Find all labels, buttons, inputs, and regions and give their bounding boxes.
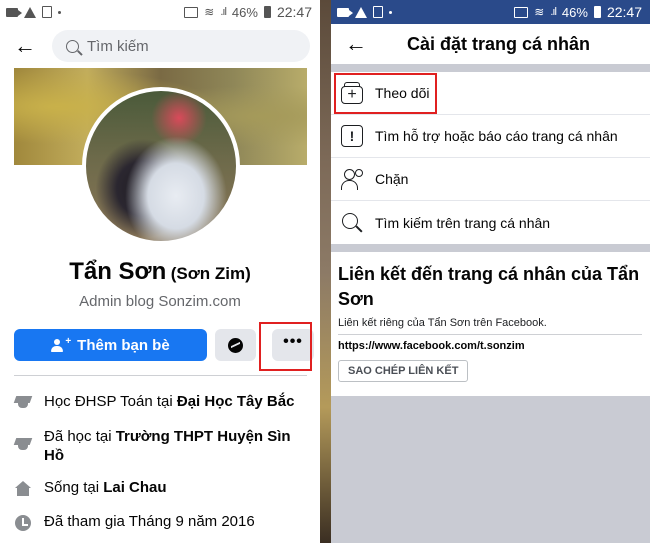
detail-link[interactable]: Đại Học Tây Bắc [177, 393, 295, 410]
clock-icon [15, 515, 31, 531]
divider [14, 375, 307, 376]
plus-icon: + [65, 335, 72, 347]
clock-time: 22:47 [276, 4, 312, 20]
search-input[interactable]: Tìm kiếm [52, 30, 310, 62]
video-camera-icon [337, 7, 353, 17]
profile-avatar[interactable] [82, 87, 240, 245]
background-photo-strip [320, 0, 331, 543]
highlight-box-follow [334, 73, 437, 114]
copy-link-button[interactable]: SAO CHÉP LIÊN KẾT [338, 360, 469, 382]
dot-icon [389, 10, 392, 14]
detail-link[interactable]: Lai Chau [103, 479, 166, 496]
profile-top-bar: ← Tìm kiếm [0, 24, 320, 68]
battery-percent: 46% [561, 4, 588, 20]
screenshot-icon [373, 6, 383, 18]
settings-header: ← Cài đặt trang cá nhân [331, 24, 650, 64]
add-friend-label: Thêm bạn bè [77, 336, 170, 354]
detail-text: Sống tại [44, 479, 104, 496]
arrow-left-icon[interactable]: ← [14, 35, 36, 57]
menu-item-label: Tìm hỗ trợ hoặc báo cáo trang cá nhân [375, 128, 618, 144]
profile-settings-screen: ≋ .ıl 46% 22:47 ← Cài đặt trang cá nhân … [331, 0, 650, 543]
search-icon [341, 212, 363, 234]
cast-icon [184, 6, 199, 18]
home-icon [15, 481, 31, 496]
detail-text: Đã tham gia Tháng 9 năm 2016 [44, 513, 255, 530]
search-placeholder: Tìm kiếm [87, 37, 149, 55]
detail-text: Học ĐHSP Toán tại [44, 393, 177, 410]
graduation-cap-icon [14, 438, 32, 450]
warning-icon [24, 6, 36, 18]
profile-link-url[interactable]: https://www.facebook.com/t.sonzim [338, 340, 642, 352]
wifi-icon: ≋ [534, 5, 545, 19]
highlight-box-more [259, 322, 312, 371]
video-camera-icon [6, 7, 22, 17]
profile-link-heading: Liên kết đến trang cá nhân của Tẩn Sơn [338, 264, 640, 309]
detail-education-university: Học ĐHSP Toán tại Đại Học Tây Bắc [14, 392, 314, 411]
search-icon [66, 39, 79, 53]
composite-screenshot: ≋ .ıl 46% 22:47 ← Tìm kiếm Tẩn Sơn (Sơn … [0, 0, 650, 543]
detail-education-highschool: Đã học tại Trường THPT Huyện Sìn Hồ [14, 427, 314, 465]
clock-time: 22:47 [606, 4, 642, 20]
block-user-icon [341, 168, 363, 190]
arrow-left-icon[interactable]: ← [345, 33, 367, 55]
screenshot-icon [42, 6, 52, 18]
battery-percent: 46% [231, 4, 258, 20]
profile-name: Tẩn Sơn (Sơn Zim) [0, 258, 320, 286]
graduation-cap-icon [14, 396, 32, 408]
signal-icon: .ıl [550, 6, 556, 18]
status-bar: ≋ .ıl 46% 22:47 [0, 0, 320, 24]
messenger-icon [228, 337, 243, 353]
page-title: Cài đặt trang cá nhân [407, 33, 591, 54]
profile-bio: Admin blog Sonzim.com [79, 293, 241, 310]
battery-icon [263, 6, 271, 18]
menu-item-label: Tìm kiếm trên trang cá nhân [375, 214, 551, 231]
menu-item-search-profile[interactable]: Tìm kiếm trên trang cá nhân [331, 201, 650, 244]
detail-joined: Đã tham gia Tháng 9 năm 2016 [14, 512, 314, 531]
signal-icon: .ıl [220, 6, 226, 18]
add-friend-button[interactable]: + Thêm bạn bè [14, 329, 207, 361]
wifi-icon: ≋ [204, 5, 215, 19]
menu-item-block[interactable]: Chặn [331, 158, 650, 201]
dot-icon [58, 10, 61, 14]
report-icon: ! [341, 125, 363, 147]
profile-link-subtitle: Liên kết riêng của Tẩn Sơn trên Facebook… [338, 317, 642, 335]
battery-icon [593, 6, 601, 18]
profile-link-section: Liên kết đến trang cá nhân của Tẩn Sơn L… [331, 252, 650, 396]
messenger-button[interactable] [215, 329, 256, 361]
profile-screen: ≋ .ıl 46% 22:47 ← Tìm kiếm Tẩn Sơn (Sơn … [0, 0, 320, 543]
status-bar: ≋ .ıl 46% 22:47 [331, 0, 650, 24]
menu-item-report[interactable]: ! Tìm hỗ trợ hoặc báo cáo trang cá nhân [331, 115, 650, 158]
detail-text: Đã học tại [44, 428, 116, 445]
profile-name-main: Tẩn Sơn [69, 258, 167, 285]
profile-name-alt: (Sơn Zim) [170, 264, 251, 283]
add-friend-icon [51, 338, 65, 352]
detail-lives-in: Sống tại Lai Chau [14, 478, 314, 497]
cast-icon [514, 6, 529, 18]
menu-item-label: Chặn [375, 171, 409, 187]
warning-icon [355, 6, 367, 18]
